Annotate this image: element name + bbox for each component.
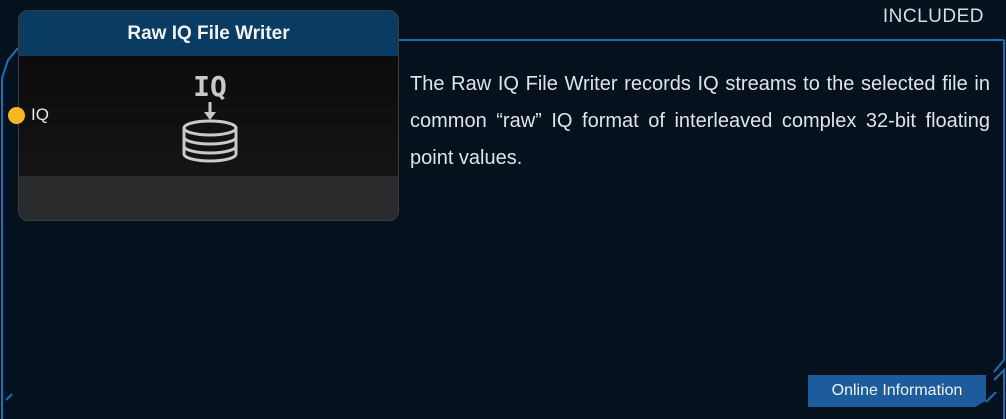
port-connector-dot[interactable] bbox=[8, 106, 25, 124]
node-footer bbox=[19, 176, 398, 220]
icon-iq-text: IQ bbox=[193, 70, 227, 103]
node-body: IQ bbox=[19, 56, 398, 176]
iq-database-write-icon: IQ bbox=[182, 70, 238, 163]
port-label: IQ bbox=[31, 105, 49, 124]
node-header: Raw IQ File Writer bbox=[19, 11, 398, 56]
raw-iq-file-writer-node[interactable]: Raw IQ File Writer IQ bbox=[18, 10, 399, 221]
included-badge: INCLUDED bbox=[882, 6, 984, 27]
node-title: Raw IQ File Writer bbox=[127, 22, 290, 44]
online-information-button[interactable]: Online Information bbox=[808, 375, 986, 407]
node-description: The Raw IQ File Writer records IQ stream… bbox=[410, 73, 990, 169]
input-port-iq[interactable]: IQ bbox=[8, 105, 49, 125]
